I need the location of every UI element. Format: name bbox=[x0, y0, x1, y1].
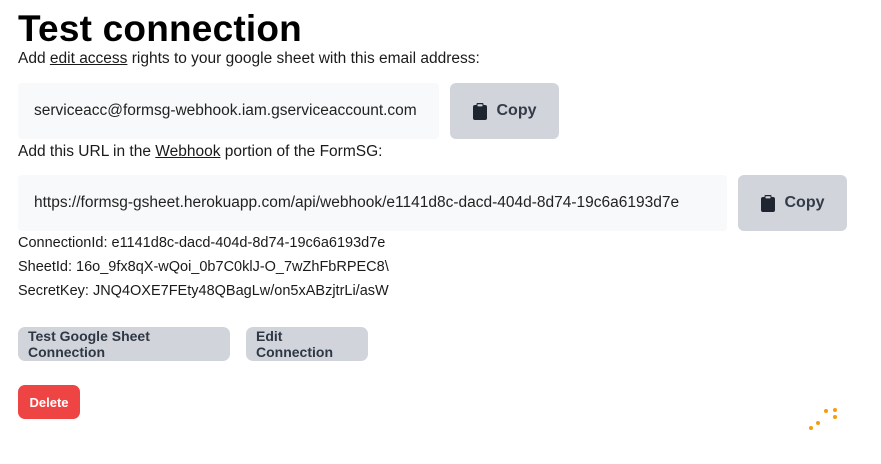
edit-connection-button[interactable]: Edit Connection bbox=[246, 327, 368, 361]
loading-spinner-icon bbox=[809, 408, 837, 430]
connection-id-text: ConnectionId: e1141d8c-dacd-404d-8d74-19… bbox=[18, 235, 386, 251]
email-instruction: Add edit access rights to your google sh… bbox=[18, 50, 480, 68]
webhook-link[interactable]: Webhook bbox=[155, 143, 220, 160]
secret-key-text: SecretKey: JNQ4OXE7FEty48QBagLw/on5xABzj… bbox=[18, 283, 389, 299]
clipboard-icon bbox=[472, 102, 487, 120]
url-instruction-suffix: portion of the FormSG: bbox=[220, 143, 383, 160]
test-connection-label: Test Google Sheet Connection bbox=[28, 328, 150, 360]
copy-url-button[interactable]: Copy bbox=[738, 175, 847, 231]
page-title: Test connection bbox=[18, 8, 302, 49]
service-account-email-field[interactable]: serviceacc@formsg-webhook.iam.gserviceac… bbox=[18, 83, 439, 139]
copy-email-label: Copy bbox=[496, 102, 537, 119]
email-instruction-prefix: Add bbox=[18, 50, 50, 67]
url-instruction: Add this URL in the Webhook portion of t… bbox=[18, 143, 382, 161]
edit-connection-label: Edit Connection bbox=[256, 328, 333, 360]
edit-access-link[interactable]: edit access bbox=[50, 50, 128, 67]
clipboard-icon bbox=[760, 194, 775, 212]
test-google-sheet-connection-button[interactable]: Test Google Sheet Connection bbox=[18, 327, 230, 361]
test-connection-page: Test connection Add edit access rights t… bbox=[0, 0, 881, 464]
email-instruction-suffix: rights to your google sheet with this em… bbox=[127, 50, 480, 67]
delete-button[interactable]: Delete bbox=[18, 385, 80, 419]
copy-url-label: Copy bbox=[784, 194, 825, 211]
copy-email-button[interactable]: Copy bbox=[450, 83, 559, 139]
service-account-email-value: serviceacc@formsg-webhook.iam.gserviceac… bbox=[34, 102, 417, 119]
delete-label: Delete bbox=[29, 394, 69, 410]
sheet-id-text: SheetId: 16o_9fx8qX-wQoi_0b7C0klJ-O_7wZh… bbox=[18, 259, 389, 275]
url-instruction-prefix: Add this URL in the bbox=[18, 143, 156, 160]
webhook-url-field[interactable]: https://formsg-gsheet.herokuapp.com/api/… bbox=[18, 175, 727, 231]
webhook-url-value: https://formsg-gsheet.herokuapp.com/api/… bbox=[34, 194, 680, 211]
